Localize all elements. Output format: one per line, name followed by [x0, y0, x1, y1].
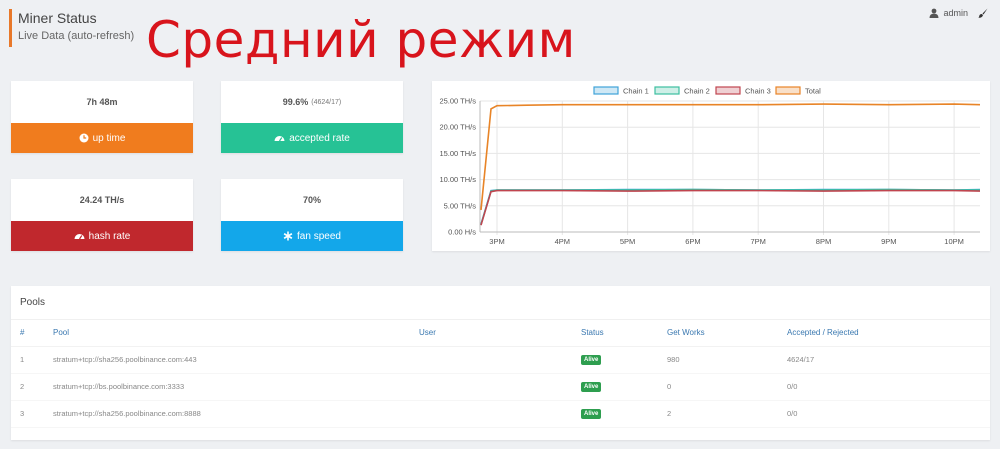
- series-line-chain-3: [480, 189, 981, 226]
- overlay-caption: Средний режим: [146, 11, 576, 69]
- col-header-status[interactable]: Status: [581, 320, 667, 347]
- accepted-label-bar: accepted rate: [221, 123, 403, 153]
- pool-user: [419, 400, 581, 428]
- pool-url: stratum+tcp://bs.poolbinance.com:3333: [53, 373, 419, 401]
- col-header-pool[interactable]: Pool: [53, 320, 419, 347]
- hashrate-card: 24.24 TH/s hash rate: [11, 179, 193, 251]
- hashrate-value: 24.24 TH/s: [79, 195, 125, 205]
- hashrate-label-bar: hash rate: [11, 221, 193, 251]
- pools-title: Pools: [11, 286, 990, 320]
- status-badge: Alive: [581, 355, 602, 365]
- accepted-value-row: 99.6% (4624/17): [221, 81, 403, 123]
- pool-num: 2: [11, 373, 53, 401]
- legend-swatch: [775, 86, 801, 95]
- x-tick-label: 4PM: [555, 237, 570, 246]
- accepted-label: accepted rate: [289, 132, 350, 144]
- table-row: 2 stratum+tcp://bs.poolbinance.com:3333 …: [11, 373, 990, 401]
- x-tick-label: 8PM: [816, 237, 831, 246]
- y-tick-label: 5.00 TH/s: [444, 201, 477, 210]
- pools-table: # Pool User Status Get Works Accepted / …: [11, 320, 990, 428]
- pool-accepted-rejected: 4624/17: [787, 346, 990, 374]
- accepted-detail: (4624/17): [311, 98, 342, 106]
- asterisk-icon: [283, 231, 293, 241]
- fan-value: 70%: [302, 195, 321, 205]
- col-header-num[interactable]: #: [11, 320, 53, 347]
- legend-label: Chain 2: [684, 87, 710, 96]
- x-tick-label: 10PM: [944, 237, 964, 246]
- pool-get-works: 2: [667, 400, 787, 428]
- col-header-get-works[interactable]: Get Works: [667, 320, 787, 347]
- series-line-chain-1: [480, 188, 981, 225]
- legend-swatch: [654, 86, 680, 95]
- y-tick-label: 25.00 TH/s: [439, 97, 476, 106]
- uptime-card: 7h 48m up time: [11, 81, 193, 153]
- fan-label: fan speed: [297, 230, 341, 242]
- pool-user: [419, 373, 581, 401]
- hashrate-chart-panel: 0.00 H/s 5.00 TH/s 10.00 TH/s 15.00 TH/s 20.…: [432, 81, 990, 251]
- hashrate-chart: 0.00 H/s 5.00 TH/s 10.00 TH/s 15.00 TH/s 20.…: [439, 86, 981, 246]
- pool-get-works: 0: [667, 373, 787, 401]
- pool-num: 3: [11, 400, 53, 428]
- col-header-user[interactable]: User: [419, 320, 581, 347]
- user-menu[interactable]: admin: [929, 8, 988, 18]
- x-tick-label: 7PM: [750, 237, 765, 246]
- fan-speed-card: 70% fan speed: [221, 179, 403, 251]
- page-subtitle: Live Data (auto-refresh): [18, 30, 135, 42]
- legend-swatch: [715, 86, 741, 95]
- user-name[interactable]: admin: [943, 8, 968, 18]
- uptime-label: up time: [92, 132, 126, 144]
- page-title: Miner Status: [18, 10, 97, 26]
- status-badge: Alive: [581, 382, 602, 392]
- fan-label-bar: fan speed: [221, 221, 403, 251]
- pool-num: 1: [11, 346, 53, 374]
- status-badge: Alive: [581, 409, 602, 419]
- x-tick-label: 9PM: [881, 237, 896, 246]
- pool-get-works: 980: [667, 346, 787, 374]
- series-line-total: [480, 103, 981, 211]
- legend-swatch: [593, 86, 619, 95]
- accepted-value: 99.6%: [282, 97, 309, 107]
- uptime-label-bar: up time: [11, 123, 193, 153]
- col-header-accepted-rejected[interactable]: Accepted / Rejected: [787, 320, 990, 347]
- pools-panel: Pools # Pool User Status Get Works Accep…: [11, 286, 990, 440]
- uptime-value: 7h 48m: [86, 97, 118, 107]
- pool-url: stratum+tcp://sha256.poolbinance.com:888…: [53, 400, 419, 428]
- x-tick-label: 3PM: [489, 237, 504, 246]
- pool-accepted-rejected: 0/0: [787, 400, 990, 428]
- legend-label: Chain 3: [745, 87, 771, 96]
- y-tick-label: 0.00 H/s: [448, 228, 476, 237]
- legend-label: Total: [805, 87, 821, 96]
- series-line-chain-2: [480, 188, 980, 225]
- pool-user: [419, 346, 581, 374]
- brush-icon[interactable]: [978, 8, 988, 18]
- table-row: 1 stratum+tcp://sha256.poolbinance.com:4…: [11, 346, 990, 374]
- page-header: Miner Status Live Data (auto-refresh): [9, 9, 134, 47]
- table-row: 3 stratum+tcp://sha256.poolbinance.com:8…: [11, 400, 990, 428]
- accepted-rate-card: 99.6% (4624/17) accepted rate: [221, 81, 403, 153]
- clock-icon: [79, 133, 89, 143]
- pool-url: stratum+tcp://sha256.poolbinance.com:443: [53, 346, 419, 374]
- y-tick-label: 15.00 TH/s: [439, 149, 476, 158]
- legend-label: Chain 1: [623, 87, 649, 96]
- user-icon: [929, 8, 939, 18]
- y-tick-label: 10.00 TH/s: [439, 175, 476, 184]
- hashrate-label: hash rate: [88, 230, 131, 242]
- gauge-icon: [274, 136, 285, 142]
- gauge-icon: [74, 234, 85, 240]
- x-tick-label: 5PM: [620, 237, 635, 246]
- pools-header-row: # Pool User Status Get Works Accepted / …: [11, 320, 990, 347]
- y-tick-label: 20.00 TH/s: [439, 123, 476, 132]
- pool-accepted-rejected: 0/0: [787, 373, 990, 401]
- x-tick-label: 6PM: [685, 237, 700, 246]
